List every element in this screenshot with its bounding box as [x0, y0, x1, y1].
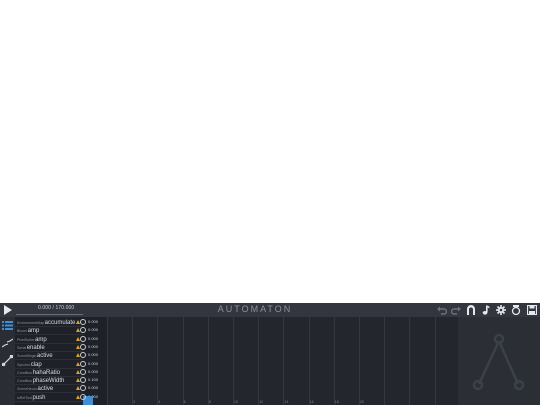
- app-title: AUTOMATON: [217, 304, 293, 314]
- channel-value: 0.000: [88, 343, 99, 349]
- channel-value: 0.000: [88, 385, 99, 391]
- channel-group: EnvironmentMap: [17, 321, 45, 325]
- channel-name: accumulate: [44, 320, 76, 326]
- channel-value: 0.000: [88, 319, 99, 324]
- channel-name: amp: [27, 328, 40, 335]
- settings-icon[interactable]: [496, 305, 506, 315]
- channel-name: amp: [35, 336, 47, 343]
- timeline-gridline: [409, 317, 411, 405]
- timeline-tick-label: 2: [133, 400, 136, 404]
- channel-name: clap: [30, 361, 42, 368]
- status-ring-icon: [80, 319, 86, 325]
- curve-preview-graph: [472, 333, 525, 391]
- timeline-gridline: [233, 317, 234, 405]
- channel-value: 0.000: [88, 352, 99, 358]
- channel-list-icon[interactable]: [2, 320, 13, 331]
- channel-value: 0.100: [88, 377, 99, 383]
- timeline-tick-label: 14: [284, 400, 289, 404]
- seek-bar[interactable]: [16, 314, 83, 315]
- undo-icon[interactable]: [437, 305, 447, 315]
- channel-group: Condition: [17, 379, 33, 384]
- automaton-header: 0.000 / 170.000 AUTOMATON: [0, 303, 540, 317]
- play-icon[interactable]: [3, 305, 13, 315]
- timeline-tick-label: 6: [183, 400, 186, 404]
- channel-name: hahaRatio: [32, 369, 61, 376]
- timeline-gridline: [283, 317, 285, 405]
- timeline-tick-label: 18: [334, 400, 339, 404]
- timeline-area[interactable]: 2 4 6 8 10 12 14 16 18 20: [107, 317, 458, 405]
- export-icon[interactable]: [511, 305, 521, 315]
- timeline-gridline: [107, 317, 108, 405]
- snap-icon[interactable]: [466, 305, 476, 315]
- timeline-tick-label: 16: [309, 400, 314, 404]
- status-ring-icon: [80, 393, 86, 400]
- channel-group: Serial: [17, 345, 27, 350]
- channel-name: enable: [26, 344, 45, 351]
- timeline-gridline: [384, 317, 386, 405]
- timeline-gridline: [207, 317, 209, 405]
- channel-group: Synchro: [17, 362, 31, 367]
- timeline-gridline: [258, 317, 260, 405]
- save-icon[interactable]: [527, 305, 537, 315]
- status-ring-icon: [80, 360, 86, 367]
- status-ring-icon: [80, 343, 86, 350]
- status-ring-icon: [80, 335, 86, 342]
- timeline-tick-label: 4: [158, 400, 161, 404]
- timeline-tick-label: 10: [234, 400, 238, 404]
- channel-name: active: [36, 353, 53, 360]
- channel-group: ioRetTool: [17, 395, 32, 400]
- channel-group: SceneBegin: [17, 354, 37, 359]
- channel-list: EnvironmentMap accumulate Bloom amp PixelSor…: [15, 317, 83, 405]
- channel-value: 0.000: [88, 335, 99, 341]
- timeline-gridline: [308, 317, 310, 405]
- channel-name: push: [32, 394, 46, 401]
- mode-sidebar: [0, 317, 15, 405]
- channel-row[interactable]: ioRetTool push: [15, 393, 83, 402]
- channel-values: 0.000 0.000 0.000 0.000 0.000 0.000 0.000 0.100…: [83, 317, 105, 405]
- timeline-gridline: [132, 317, 134, 405]
- channel-group: Condition: [17, 370, 33, 375]
- timeline-gridline: [182, 317, 184, 405]
- graph-icon[interactable]: [2, 355, 13, 366]
- channel-name: phaseWidth: [32, 378, 65, 385]
- channel-group: Bloom: [17, 329, 28, 334]
- channel-value: 0.000: [88, 327, 99, 333]
- timeline-gridline: [434, 317, 436, 405]
- curve-preview-pane: [458, 317, 540, 405]
- status-ring-icon: [80, 368, 86, 375]
- curves-icon[interactable]: [2, 338, 13, 349]
- channel-value: 0.000: [88, 360, 99, 366]
- time-display: 0.000 / 170.000: [38, 305, 75, 311]
- channel-group: PixelSorter: [17, 337, 35, 342]
- timeline-tick-label: 12: [259, 400, 264, 404]
- timeline-gridline: [157, 317, 159, 405]
- redo-icon[interactable]: [451, 305, 461, 315]
- timeline-gridline: [359, 317, 360, 405]
- channel-value: 0.000: [88, 368, 99, 374]
- channel-name: active: [37, 386, 54, 393]
- timeline-tick-label: 20: [360, 400, 364, 404]
- timeline-tick-label: 8: [208, 400, 211, 404]
- automaton-panel: 0.000 / 170.000 AUTOMATON EnvironmentMap…: [0, 303, 540, 405]
- timeline-gridline: [333, 317, 335, 405]
- channel-group: SceneNeuro: [17, 387, 37, 392]
- music-note-icon[interactable]: [481, 305, 491, 315]
